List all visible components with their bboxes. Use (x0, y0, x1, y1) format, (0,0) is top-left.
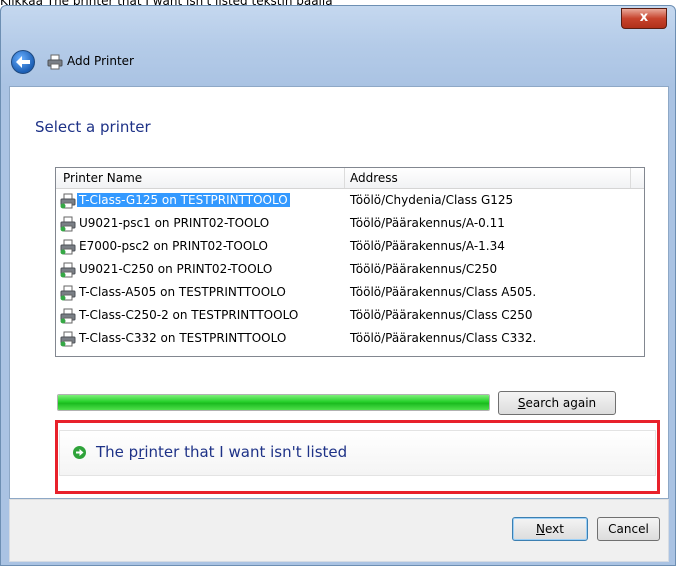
back-arrow-icon (16, 56, 30, 68)
printer-address: Töölö/Päärakennus/Class C250 (350, 308, 533, 322)
printer-address: Töölö/Päärakennus/Class A505. (350, 285, 537, 299)
printer-address: Töölö/Päärakennus/C250 (350, 262, 498, 276)
search-again-button[interactable]: Search again (498, 391, 616, 415)
next-button[interactable]: Next (512, 517, 588, 541)
network-printer-icon (60, 193, 76, 209)
network-printer-icon (60, 285, 76, 301)
wizard-header: Add Printer (9, 44, 667, 80)
printer-name: T-Class-G125 on TESTPRINTTOOLO (77, 193, 290, 207)
green-arrow-icon (73, 446, 86, 459)
column-divider[interactable] (344, 168, 345, 188)
next-mnemonic: N (536, 522, 545, 536)
printer-name: U9021-psc1 on PRINT02-TOOLO (79, 216, 270, 230)
search-again-label: earch again (525, 396, 597, 410)
printer-icon (47, 54, 63, 70)
printer-address: Töölö/Chydenia/Class G125 (350, 193, 514, 207)
column-header-printer-name[interactable]: Printer Name (63, 171, 142, 185)
network-printer-icon (60, 216, 76, 232)
printer-name: E7000-psc2 on PRINT02-TOOLO (79, 239, 268, 253)
link-text-part: inter that I want isn't listed (144, 443, 348, 461)
printer-name: T-Class-C332 on TESTPRINTTOOLO (79, 331, 287, 345)
wizard-title: Add Printer (67, 54, 134, 68)
wizard-content: Select a printer Printer Name Address T-… (9, 86, 669, 499)
list-item[interactable]: T-Class-A505 on TESTPRINTTOOLO Töölö/Päär… (56, 282, 644, 305)
list-item[interactable]: T-Class-G125 on TESTPRINTTOOLO Töölö/Chyd… (56, 190, 644, 213)
printer-address: Töölö/Päärakennus/Class C332. (350, 331, 537, 345)
list-item[interactable]: T-Class-C250-2 on TESTPRINTTOOLO Töölö/Pä… (56, 305, 644, 328)
list-header: Printer Name Address (56, 168, 644, 189)
printer-name: U9021-C250 on PRINT02-TOOLO (79, 262, 273, 276)
printer-name: T-Class-C250-2 on TESTPRINTTOOLO (79, 308, 299, 322)
add-printer-window: x Add Printer Select a printer Printer N… (0, 5, 676, 566)
network-printer-icon (60, 308, 76, 324)
page-title: Select a printer (35, 118, 151, 136)
list-item[interactable]: E7000-psc2 on PRINT02-TOOLO Töölö/Päärake… (56, 236, 644, 259)
printer-name: T-Class-A505 on TESTPRINTTOOLO (79, 285, 286, 299)
column-divider[interactable] (630, 168, 631, 188)
printer-not-listed-text[interactable]: The printer that I want isn't listed (96, 443, 347, 461)
list-item[interactable]: T-Class-C332 on TESTPRINTTOOLO Töölö/Päär… (56, 328, 644, 351)
back-button[interactable] (11, 50, 35, 74)
cancel-button[interactable]: Cancel (597, 517, 660, 541)
column-header-address[interactable]: Address (350, 171, 398, 185)
wizard-footer: Next Cancel (9, 499, 669, 562)
link-text-part: The p (96, 443, 139, 461)
network-printer-icon (60, 331, 76, 347)
list-item[interactable]: U9021-psc1 on PRINT02-TOOLO Töölö/Päärake… (56, 213, 644, 236)
network-printer-icon (60, 262, 76, 278)
printer-not-listed-link[interactable]: The printer that I want isn't listed (59, 430, 656, 476)
close-button[interactable]: x (621, 8, 667, 29)
network-printer-icon (60, 239, 76, 255)
printer-address: Töölö/Päärakennus/A-0.11 (350, 216, 505, 230)
list-item[interactable]: U9021-C250 on PRINT02-TOOLO Töölö/Päärake… (56, 259, 644, 282)
printer-address: Töölö/Päärakennus/A-1.34 (350, 239, 505, 253)
search-progress-bar (57, 394, 490, 411)
printer-list[interactable]: Printer Name Address T-Class-G125 on TES… (55, 167, 645, 357)
progress-fill (58, 395, 489, 410)
next-label: ext (545, 522, 564, 536)
